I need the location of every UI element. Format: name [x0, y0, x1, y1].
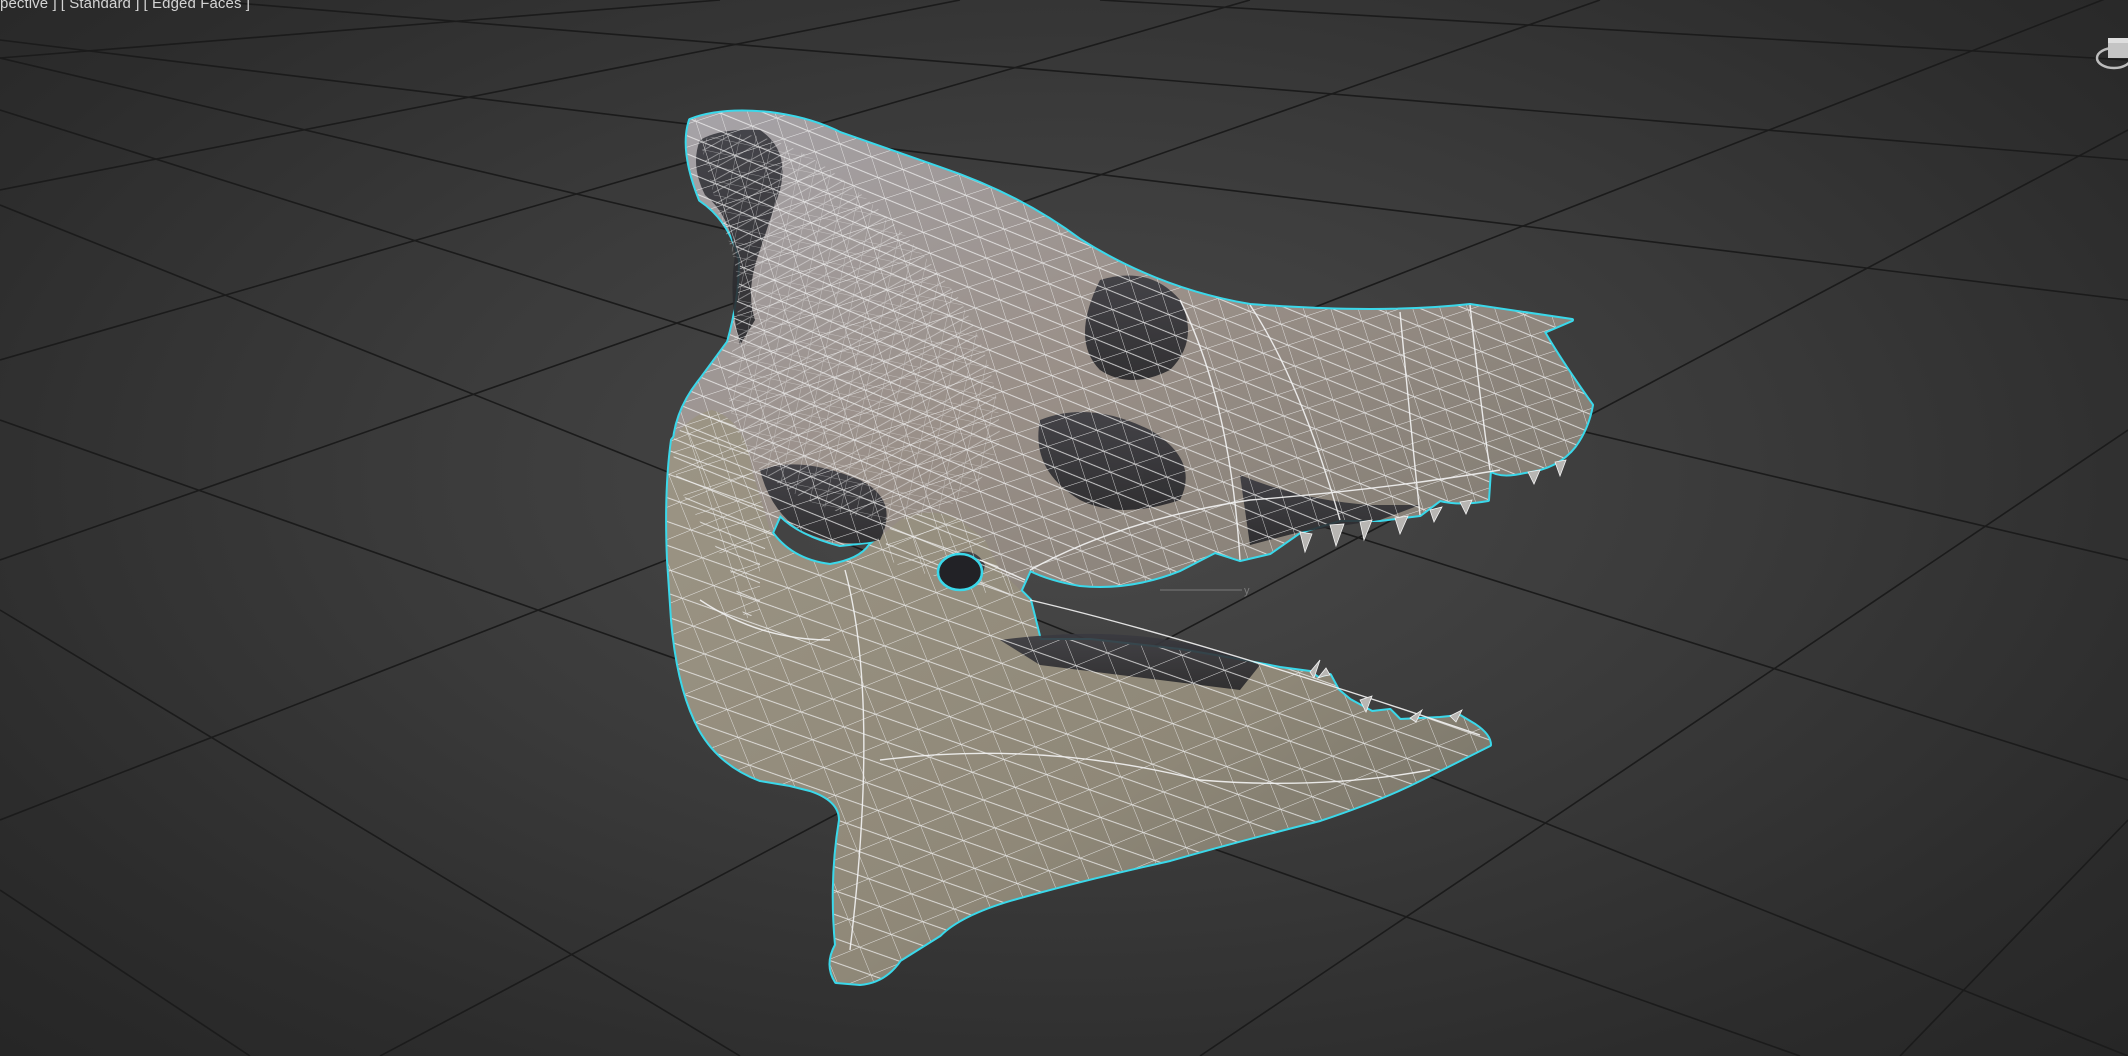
skull-mesh[interactable] [665, 109, 1594, 986]
viewport-scene: y [0, 0, 2128, 1056]
axis-gizmo: y [1160, 585, 1250, 597]
viewport-shading-label[interactable]: [ Standard ] [61, 0, 140, 12]
viewport-view-label[interactable]: pective ] [0, 0, 57, 12]
perspective-viewport[interactable]: pective ] [ Standard ] [ Edged Faces ] y [0, 0, 2128, 1056]
axis-y-label: y [1244, 585, 1250, 597]
viewport-display-label[interactable]: [ Edged Faces ] [144, 0, 251, 12]
viewcube-icon[interactable] [2094, 28, 2128, 74]
viewport-label[interactable]: pective ] [ Standard ] [ Edged Faces ] [0, 0, 254, 12]
